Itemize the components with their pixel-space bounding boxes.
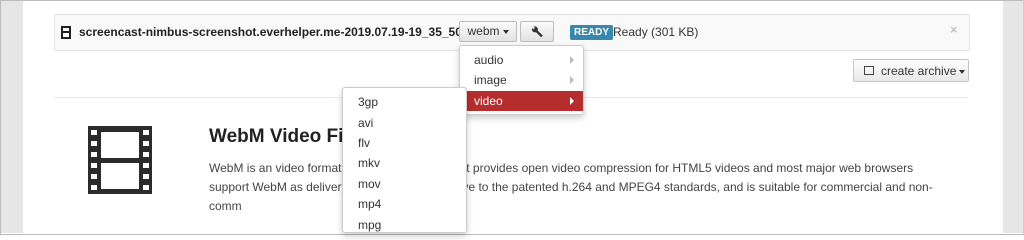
format-title: WebM Video Fi (209, 126, 344, 147)
format-description: WebM is an video format w o and Vorbis a… (209, 161, 933, 213)
status-text: Ready (301 KB) (613, 25, 699, 39)
archive-icon (864, 66, 874, 75)
format-dropdown-button[interactable]: webm (459, 21, 517, 42)
file-icon (61, 26, 71, 39)
format-option-avi[interactable]: avi (358, 116, 373, 130)
film-icon (88, 126, 152, 194)
format-option-mov[interactable]: mov (358, 177, 381, 191)
format-option-mpg[interactable]: mpg (358, 218, 381, 232)
format-option-mkv[interactable]: mkv (358, 156, 380, 170)
right-margin (1003, 1, 1023, 233)
create-archive-button[interactable]: create archive (853, 59, 969, 82)
file-name: screencast-nimbus-screenshot.everhelper.… (79, 25, 476, 39)
format-option-flv[interactable]: flv (358, 136, 370, 150)
settings-button[interactable] (520, 21, 554, 42)
status-badge: READY (570, 25, 614, 40)
left-margin (1, 1, 23, 233)
format-label: webm (467, 24, 500, 38)
menu-item-audio[interactable]: audio (460, 50, 583, 70)
create-archive-label: create archive (881, 64, 957, 78)
chevron-right-icon (570, 97, 574, 105)
wrench-icon (531, 25, 543, 38)
chevron-right-icon (570, 76, 574, 84)
caret-down-icon (502, 29, 509, 34)
video-format-menu: 3gp avi flv mkv mov mp4 mpg (342, 87, 467, 233)
format-option-mp4[interactable]: mp4 (358, 197, 381, 211)
format-option-3gp[interactable]: 3gp (358, 95, 378, 109)
caret-down-icon (959, 69, 966, 74)
menu-item-video[interactable]: video (460, 91, 583, 111)
close-icon[interactable]: × (950, 22, 958, 37)
chevron-right-icon (570, 56, 574, 64)
category-menu: audio image video (459, 45, 584, 115)
menu-item-image[interactable]: image (460, 70, 583, 90)
